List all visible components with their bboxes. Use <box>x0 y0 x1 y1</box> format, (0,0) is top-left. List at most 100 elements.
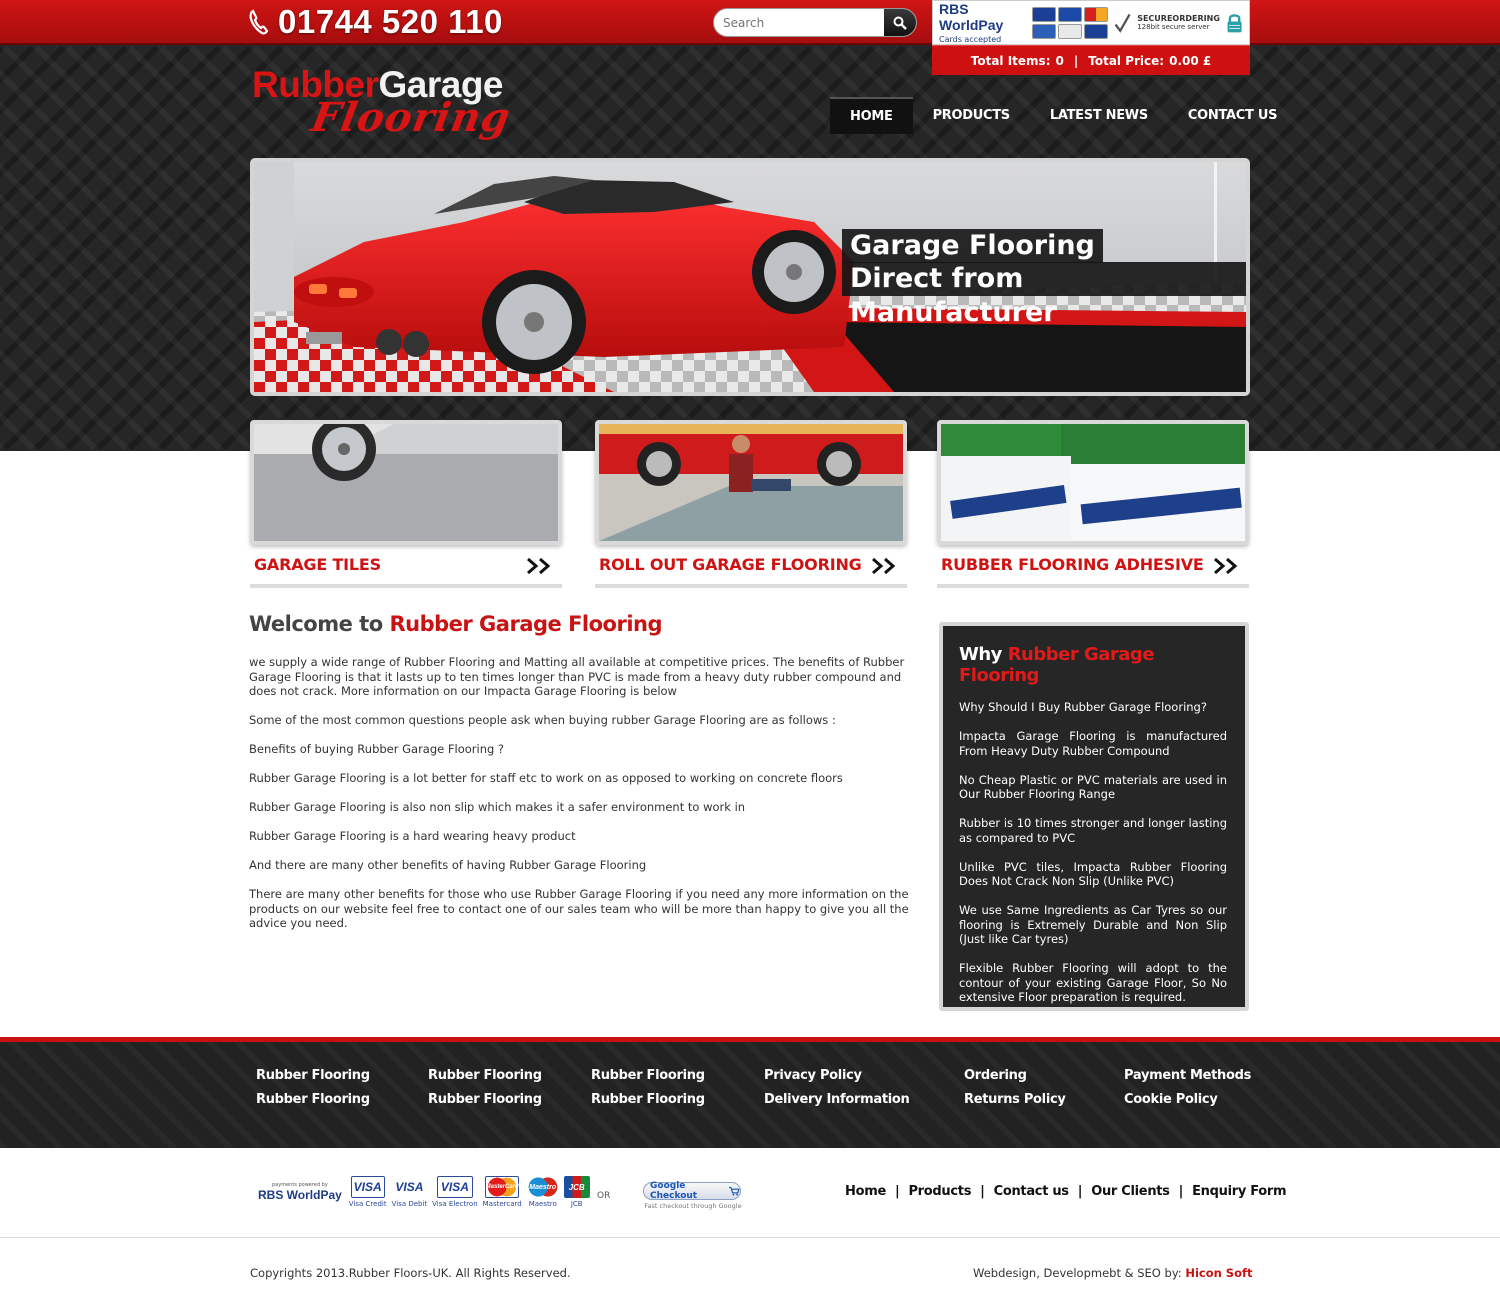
card-caption: Visa Electron <box>432 1200 478 1208</box>
electron-card-icon <box>1084 23 1109 39</box>
rbs-worldpay-label: RBS WorldPay <box>258 1188 342 1202</box>
why-rubber-garage-flooring-panel: Why Rubber Garage Flooring Why Should I … <box>939 622 1249 1011</box>
phone-number: 01744 520 110 <box>278 3 503 40</box>
card-caption: JCB <box>570 1200 583 1208</box>
hero-caption-line2: Direct from Manufacturer <box>842 262 1246 328</box>
welcome-heading-plain: Welcome to <box>249 612 383 636</box>
accepted-cards-icons <box>1032 6 1109 39</box>
footer-link-privacy-policy[interactable]: Privacy Policy <box>764 1068 862 1083</box>
why-item: We use Same Ingredients as Car Tyres so … <box>959 903 1227 946</box>
jcb-icon: JCB <box>563 1176 590 1198</box>
card-caption: Visa Debit <box>391 1200 428 1208</box>
site-logo[interactable]: RubberGarage Flooring <box>252 64 532 146</box>
divider <box>595 584 907 588</box>
cart-icon <box>729 1186 740 1196</box>
maestro-icon: Maestro <box>526 1176 559 1198</box>
welcome-body: we supply a wide range of Rubber Floorin… <box>249 655 917 945</box>
total-items-value: 0 <box>1055 53 1064 68</box>
welcome-paragraph: Rubber Garage Flooring is a lot better f… <box>249 771 843 785</box>
nav-separator: | <box>1178 1184 1184 1199</box>
footer-link[interactable]: Rubber Flooring <box>256 1092 370 1107</box>
rbs-worldpay-logo: payments powered by RBS WorldPay <box>258 1182 342 1202</box>
roll-out-flooring-image <box>595 420 907 545</box>
nav-latest-news[interactable]: LATEST NEWS <box>1030 97 1168 134</box>
bottom-nav-our-clients[interactable]: Our Clients <box>1091 1184 1170 1199</box>
footer-link-cookie-policy[interactable]: Cookie Policy <box>1124 1092 1218 1107</box>
card-caption: Maestro <box>528 1200 557 1208</box>
footer-links-section: Rubber Flooring Rubber Flooring Rubber F… <box>0 1037 1500 1148</box>
welcome-paragraph: Rubber Garage Flooring is also non slip … <box>249 800 746 814</box>
search-input[interactable] <box>714 9 885 36</box>
why-item: Flexible Rubber Flooring will adopt to t… <box>959 961 1227 1004</box>
welcome-paragraph: Rubber Garage Flooring is a hard wearing… <box>249 829 576 843</box>
category-title: GARAGE TILES <box>254 555 381 574</box>
mastercard-icon: MasterCard <box>485 1176 520 1198</box>
adhesive-tubs-image <box>937 420 1249 545</box>
visa-electron-icon: VISA <box>436 1176 473 1198</box>
footer-link[interactable]: Rubber Flooring <box>591 1068 705 1083</box>
footer-divider <box>0 1237 1500 1238</box>
delta-card-icon <box>1032 23 1057 39</box>
footer-link[interactable]: Rubber Flooring <box>428 1068 542 1083</box>
google-checkout-button[interactable]: Google Checkout Fast checkout through Go… <box>643 1181 743 1210</box>
why-item: Impacta Garage Flooring is manufactured … <box>959 729 1227 758</box>
maestro-card: Maestro Maestro <box>526 1176 559 1208</box>
visa-debit-icon: VISA <box>392 1176 427 1198</box>
footer-link[interactable]: Rubber Flooring <box>591 1092 705 1107</box>
why-item: Why Should I Buy Rubber Garage Flooring? <box>959 700 1207 714</box>
visa-credit-icon: VISA <box>350 1176 385 1198</box>
lock-icon <box>1227 13 1242 32</box>
footer-link[interactable]: Rubber Flooring <box>428 1092 542 1107</box>
bottom-nav-products[interactable]: Products <box>908 1184 971 1199</box>
payment-methods-logos: payments powered by RBS WorldPay VISA Vi… <box>258 1176 590 1212</box>
footer-navigation: Home | Products | Contact us | Our Clien… <box>845 1184 1287 1199</box>
credit-link-hicon-soft[interactable]: Hicon Soft <box>1185 1266 1252 1280</box>
hero-caption-line1: Garage Flooring <box>842 229 1103 263</box>
why-item: Rubber is 10 times stronger and longer l… <box>959 816 1227 845</box>
garage-tiles-image <box>250 420 562 545</box>
footer-link[interactable]: Rubber Flooring <box>256 1068 370 1083</box>
card-caption: Visa Credit <box>348 1200 387 1208</box>
bottom-nav-enquiry-form[interactable]: Enquiry Form <box>1192 1184 1287 1199</box>
rbs-worldpay-logo: RBS WorldPay Cards accepted <box>939 1 1026 44</box>
rbs-worldpay-label: RBS WorldPay <box>939 1 1004 33</box>
why-heading: Why Rubber Garage Flooring <box>959 644 1227 686</box>
category-rubber-flooring-adhesive[interactable]: RUBBER FLOORING ADHESIVE <box>937 420 1249 590</box>
phone-icon <box>249 9 269 35</box>
visa-electron-card: VISA Visa Electron <box>432 1176 478 1208</box>
welcome-paragraph: Benefits of buying Rubber Garage Floorin… <box>249 742 505 756</box>
nav-separator: | <box>1077 1184 1083 1199</box>
nav-home[interactable]: HOME <box>830 97 913 134</box>
google-checkout-subtitle: Fast checkout through Google <box>644 1202 742 1210</box>
search-box <box>713 8 917 37</box>
solo-card-icon <box>1058 23 1083 39</box>
nav-contact-us[interactable]: CONTACT US <box>1168 97 1297 134</box>
welcome-paragraph: And there are many other benefits of hav… <box>249 858 647 872</box>
welcome-paragraph: Some of the most common questions people… <box>249 713 836 727</box>
footer-link-ordering[interactable]: Ordering <box>964 1068 1027 1083</box>
hero-banner[interactable]: Garage Flooring Direct from Manufacturer <box>250 158 1250 396</box>
payment-or-label: OR <box>597 1191 611 1201</box>
divider <box>250 584 562 588</box>
double-arrow-icon <box>872 557 896 575</box>
jcb-card: JCB JCB <box>563 1176 590 1208</box>
visa-debit-card: VISA Visa Debit <box>391 1176 428 1208</box>
nav-products[interactable]: PRODUCTS <box>913 97 1030 134</box>
category-roll-out-garage-flooring[interactable]: ROLL OUT GARAGE FLOORING <box>595 420 907 590</box>
footer-link-returns-policy[interactable]: Returns Policy <box>964 1092 1066 1107</box>
category-garage-tiles[interactable]: GARAGE TILES <box>250 420 562 590</box>
google-checkout-label: Google Checkout <box>650 1181 698 1201</box>
footer-link-payment-methods[interactable]: Payment Methods <box>1124 1068 1251 1083</box>
footer-link-delivery-information[interactable]: Delivery Information <box>764 1092 910 1107</box>
bottom-nav-contact-us[interactable]: Contact us <box>994 1184 1069 1199</box>
why-item: No Cheap Plastic or PVC materials are us… <box>959 772 1227 802</box>
bottom-nav-home[interactable]: Home <box>845 1184 886 1199</box>
nav-separator: | <box>894 1184 900 1199</box>
welcome-heading: Welcome to Rubber Garage Flooring <box>249 612 663 636</box>
category-title: ROLL OUT GARAGE FLOORING <box>599 555 862 574</box>
design-credit: Webdesign, Developmebt & SEO by: Hicon S… <box>973 1266 1253 1280</box>
main-navigation: HOME PRODUCTS LATEST NEWS CONTACT US <box>830 97 1297 134</box>
secure-ordering-label: SECUREORDERING 128bit secure server <box>1137 14 1220 31</box>
search-button[interactable] <box>884 9 916 36</box>
phone-contact: 01744 520 110 <box>248 2 503 42</box>
